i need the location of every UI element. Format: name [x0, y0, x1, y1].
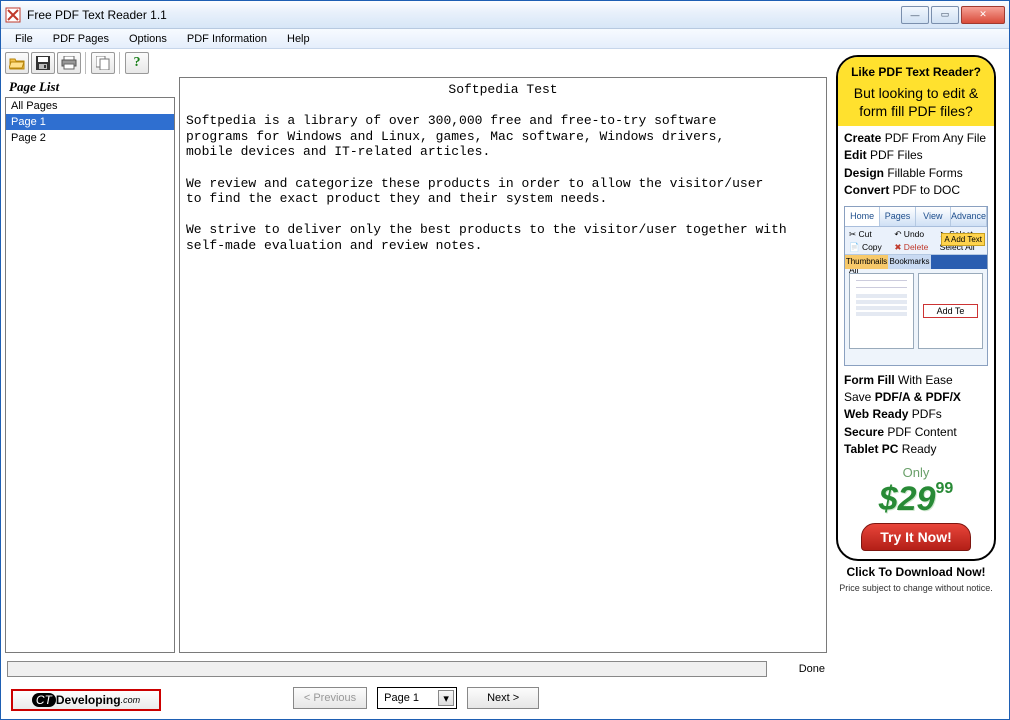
ad-feature-rest: PDF Files	[867, 148, 923, 162]
ad-feature-pre: Save	[844, 390, 875, 404]
ad-feature: Form Fill	[844, 373, 895, 387]
ad-feature-rest: Fillable Forms	[884, 166, 963, 180]
ad-box[interactable]: Like PDF Text Reader? But looking to edi…	[836, 55, 996, 561]
copy-button[interactable]	[91, 52, 115, 74]
menu-options[interactable]: Options	[121, 31, 175, 47]
ad-shot-tab: Advance	[951, 207, 987, 226]
ad-shot-thumb-tab: Thumbnails	[845, 255, 888, 269]
logo-tld: .com	[121, 695, 141, 705]
ad-shot-cmd: 📄 Copy	[849, 242, 892, 253]
try-it-now-button[interactable]: Try It Now!	[861, 523, 971, 551]
ad-feature-rest: Ready	[898, 442, 936, 456]
menu-help[interactable]: Help	[279, 31, 318, 47]
ad-shot-addtext-label: Add Te	[923, 304, 978, 318]
app-icon	[5, 7, 21, 23]
titlebar: Free PDF Text Reader 1.1 — ▭ ✕	[1, 1, 1009, 29]
ad-headline-2: But looking to edit & form fill PDF file…	[846, 85, 986, 120]
menubar: File PDF Pages Options PDF Information H…	[1, 29, 1009, 49]
copy-icon	[96, 56, 110, 70]
print-icon	[61, 56, 77, 70]
ad-screenshot: Home Pages View Advance ✂ Cut ↶ Undo ➤ S…	[844, 206, 988, 366]
previous-button[interactable]: < Previous	[293, 687, 367, 709]
price-notice: Price subject to change without notice.	[839, 583, 993, 593]
toolbar-separator	[119, 52, 121, 74]
progress-bar	[7, 661, 767, 677]
ad-price-cents: 99	[935, 480, 953, 497]
status-text: Done	[775, 663, 825, 675]
ad-feature-rest: PDFs	[908, 407, 941, 421]
ad-price-only: Only	[838, 465, 994, 480]
download-link[interactable]: Click To Download Now!	[839, 565, 993, 579]
toolbar-separator	[85, 52, 87, 74]
ad-feature: PDF/A & PDF/X	[875, 390, 961, 404]
text-view[interactable]: Softpedia Test Softpedia is a library of…	[179, 77, 827, 653]
save-icon	[36, 56, 50, 70]
print-button[interactable]	[57, 52, 81, 74]
ad-feature: Tablet PC	[844, 442, 898, 456]
document-body: Softpedia is a library of over 300,000 f…	[186, 113, 820, 253]
save-button[interactable]	[31, 52, 55, 74]
minimize-button[interactable]: —	[901, 6, 929, 24]
window-title: Free PDF Text Reader 1.1	[27, 8, 167, 22]
page-list-panel: Page List All Pages Page 1 Page 2	[5, 77, 175, 653]
ad-feature: Create	[844, 131, 881, 145]
open-icon	[9, 56, 25, 70]
ad-feature-rest: PDF to DOC	[889, 183, 960, 197]
page-list-title: Page List	[5, 77, 175, 97]
ad-shot-thumb-tab: Bookmarks	[888, 255, 931, 269]
page-select[interactable]: Page 1 ▾	[377, 687, 457, 709]
page-list-item-all[interactable]: All Pages	[6, 98, 174, 114]
ad-shot-tab: Home	[845, 207, 880, 226]
ad-shot-addtext: A Add Text	[941, 233, 985, 246]
help-button[interactable]: ?	[125, 52, 149, 74]
menu-pdf-pages[interactable]: PDF Pages	[45, 31, 117, 47]
ad-feature: Convert	[844, 183, 889, 197]
ad-feature: Web Ready	[844, 407, 908, 421]
logo-prefix: CT	[32, 693, 56, 707]
ad-feature-list-2: Form Fill With Ease Save PDF/A & PDF/X W…	[838, 370, 994, 465]
chevron-down-icon: ▾	[438, 690, 454, 706]
page-select-value: Page 1	[384, 692, 419, 704]
ad-shot-page-thumb	[849, 273, 914, 349]
ad-shot-tab: View	[916, 207, 951, 226]
maximize-button[interactable]: ▭	[931, 6, 959, 24]
document-title: Softpedia Test	[186, 82, 820, 98]
menu-file[interactable]: File	[7, 31, 41, 47]
ad-shot-cmd: ✂ Cut	[849, 229, 892, 240]
close-button[interactable]: ✕	[961, 6, 1005, 24]
menu-pdf-information[interactable]: PDF Information	[179, 31, 275, 47]
ad-price: Only $2999	[838, 465, 994, 519]
ad-feature: Secure	[844, 425, 884, 439]
ad-feature: Design	[844, 166, 884, 180]
page-list[interactable]: All Pages Page 1 Page 2	[5, 97, 175, 653]
help-icon: ?	[134, 55, 141, 71]
toolbar: ?	[1, 49, 831, 77]
ad-feature-list-1: Create PDF From Any File Edit PDF Files …	[838, 126, 994, 204]
ad-feature-rest: PDF From Any File	[881, 131, 986, 145]
logo-suffix: Developing	[56, 693, 121, 707]
developer-logo[interactable]: CTDeveloping.com	[11, 689, 161, 711]
ad-panel: Like PDF Text Reader? But looking to edi…	[831, 49, 1001, 719]
ad-headline-1: Like PDF Text Reader?	[846, 65, 986, 79]
ad-shot-cmd: ✖ Delete	[894, 242, 937, 253]
ad-price-amount: $29	[879, 480, 936, 518]
page-list-item-1[interactable]: Page 1	[6, 114, 174, 130]
page-list-item-2[interactable]: Page 2	[6, 130, 174, 146]
ad-shot-cmd: ↶ Undo	[894, 229, 937, 240]
ad-shot-page-preview: Add Te	[918, 273, 983, 349]
ad-feature-rest: With Ease	[895, 373, 953, 387]
ad-shot-tab: Pages	[880, 207, 915, 226]
open-button[interactable]	[5, 52, 29, 74]
ad-feature-rest: PDF Content	[884, 425, 957, 439]
next-button[interactable]: Next >	[467, 687, 539, 709]
ad-feature: Edit	[844, 148, 867, 162]
